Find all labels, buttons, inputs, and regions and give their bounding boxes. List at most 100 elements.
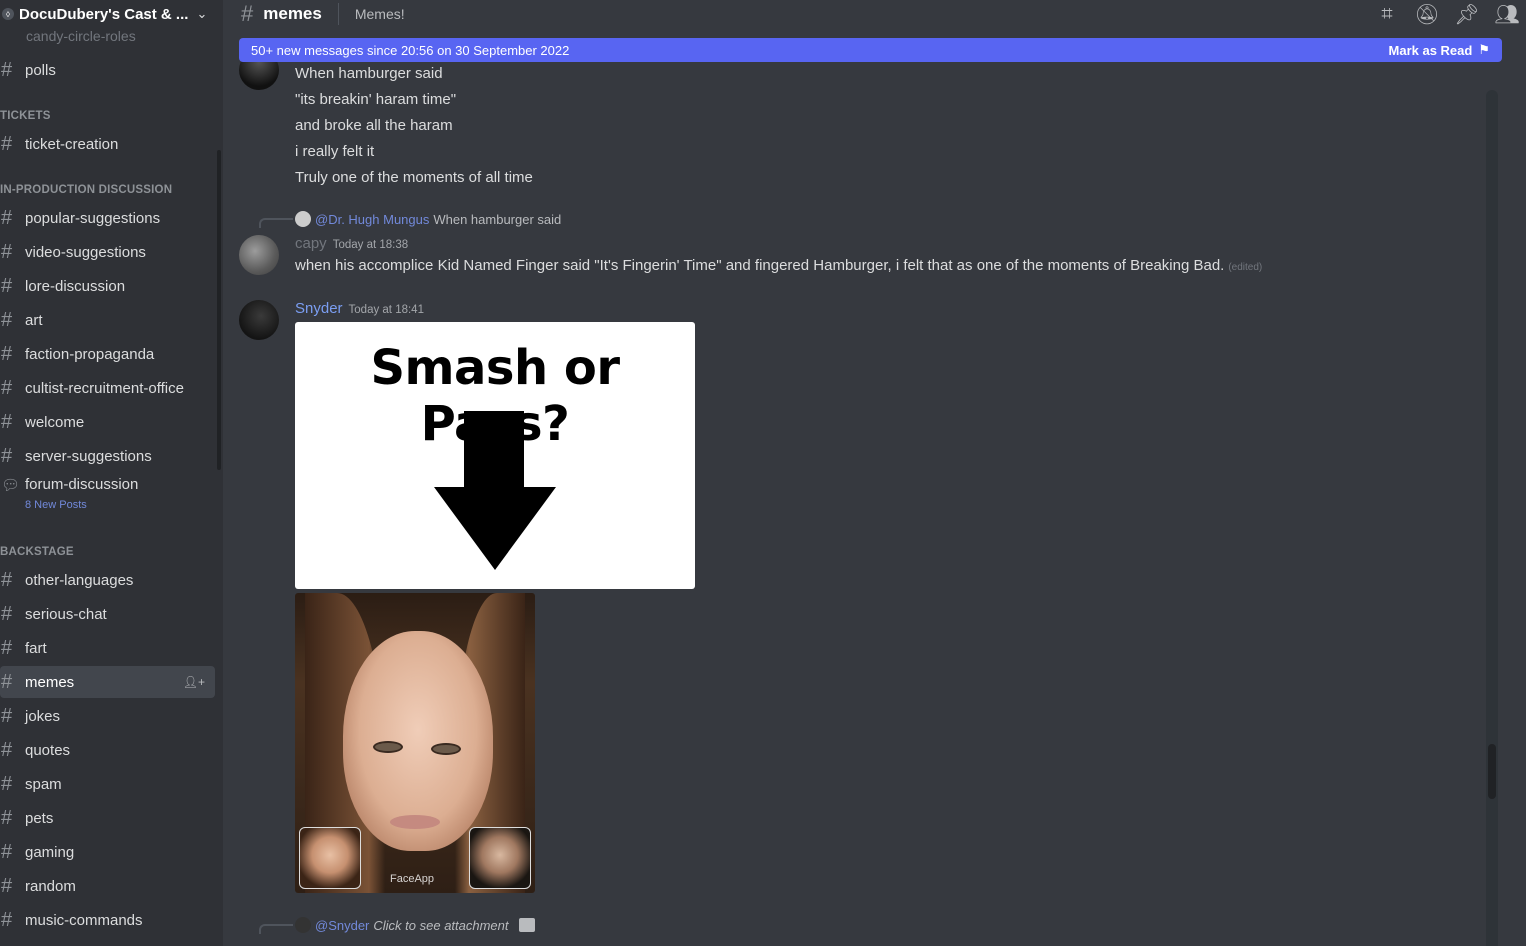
sidebar-item-label: polls	[25, 61, 56, 79]
mark-read-icon[interactable]: ⚑	[1478, 42, 1490, 58]
sidebar-item-other-languages[interactable]: # other-languages	[0, 564, 215, 596]
sidebar-item-label: video-suggestions	[25, 243, 146, 261]
sidebar-item-art[interactable]: # art	[0, 304, 215, 336]
reply-preview[interactable]: @Dr. Hugh Mungus When hamburger said	[295, 211, 561, 227]
sidebar-item-music-commands[interactable]: # music-commands	[0, 904, 215, 936]
hash-icon: #	[1, 772, 13, 795]
sidebar-item-server-suggestions[interactable]: # server-suggestions	[0, 440, 215, 472]
hash-icon: #	[1, 308, 13, 331]
sidebar-item-label: music-commands	[25, 911, 143, 929]
sidebar-item-gaming[interactable]: # gaming	[0, 836, 215, 868]
threads-icon[interactable]: ⌗	[1374, 3, 1400, 26]
sidebar-item-cultist-recruitment-office[interactable]: # cultist-recruitment-office	[0, 372, 215, 404]
sidebar-item-label: popular-suggestions	[25, 209, 161, 227]
thumbnail-image	[299, 827, 361, 889]
sidebar-item-serious-chat[interactable]: # serious-chat	[0, 598, 215, 630]
boost-icon: ◊	[2, 8, 14, 20]
sidebar-item-label: other-languages	[25, 571, 134, 589]
username[interactable]: capy	[295, 235, 327, 252]
channel-topic[interactable]: Memes!	[355, 6, 405, 22]
username[interactable]: Snyder	[295, 300, 343, 317]
new-messages-bar[interactable]: 50+ new messages since 20:56 on 30 Septe…	[239, 38, 1502, 62]
hash-icon: #	[1, 568, 13, 591]
sidebar-item-label: fart	[25, 639, 47, 657]
hash-icon: #	[1, 670, 13, 693]
hash-icon: #	[1, 444, 13, 467]
reply-mention[interactable]: @Snyder	[315, 918, 369, 933]
sidebar-item-quotes[interactable]: # quotes	[0, 734, 215, 766]
hash-icon: #	[241, 1, 254, 26]
sidebar-item-label: random	[25, 877, 76, 895]
sidebar-item-label: forum-discussion	[25, 476, 139, 493]
invite-icon[interactable]: 👤︎+	[183, 675, 205, 689]
sidebar-item-memes[interactable]: # memes 👤︎+	[0, 666, 215, 698]
reply-preview[interactable]: @Snyder Click to see attachment	[295, 917, 535, 933]
sidebar-item-label: serious-chat	[25, 605, 107, 623]
hash-icon: #	[1, 806, 13, 829]
chevron-down-icon: ⌄	[196, 6, 208, 21]
avatar[interactable]	[239, 235, 279, 275]
server-name: DocuDubery's Cast & ...	[19, 5, 189, 23]
category-header[interactable]: IN-PRODUCTION DISCUSSION	[0, 184, 172, 196]
message-header: capy Today at 18:38	[295, 235, 408, 252]
message-list: When hamburger said "its breakin' haram t…	[223, 28, 1508, 946]
message-line: i really felt it	[295, 143, 375, 160]
category-header[interactable]: TICKETS	[0, 110, 51, 122]
mute-bell-icon[interactable]: 🔕︎	[1414, 2, 1440, 27]
image-icon	[518, 918, 535, 932]
sidebar-item-spam[interactable]: # spam	[0, 768, 215, 800]
category-header[interactable]: BACKSTAGE	[0, 546, 74, 558]
sidebar-item-ticket-creation[interactable]: # ticket-creation	[0, 128, 215, 160]
image-attachment[interactable]: Smash or Pass?	[295, 322, 695, 589]
reply-text[interactable]: Click to see attachment	[373, 918, 508, 933]
message-header: Snyder Today at 18:41	[295, 300, 424, 317]
sidebar-item-label: art	[25, 311, 43, 329]
new-posts-count: 8 New Posts	[25, 499, 87, 511]
scroll-track[interactable]	[1486, 90, 1498, 946]
sidebar-item-pets[interactable]: # pets	[0, 802, 215, 834]
message-scrollbar[interactable]	[1488, 744, 1496, 799]
sidebar-item-random[interactable]: # random	[0, 870, 215, 902]
hash-icon: #	[1, 206, 13, 229]
sidebar-item-label: spam	[25, 775, 62, 793]
reply-connector	[259, 924, 293, 934]
hash-icon: #	[1, 908, 13, 931]
sidebar-item-fart[interactable]: # fart	[0, 632, 215, 664]
sidebar-item-popular-suggestions[interactable]: # popular-suggestions	[0, 202, 215, 234]
server-header[interactable]: ◊ DocuDubery's Cast & ... ⌄	[0, 0, 223, 28]
sidebar-item-polls[interactable]: # polls	[0, 54, 215, 86]
partial-channel-label[interactable]: candy-circle-roles	[26, 28, 136, 44]
pin-icon[interactable]: 📌︎	[1454, 2, 1480, 27]
sidebar-item-label: lore-discussion	[25, 277, 126, 295]
faceapp-watermark: FaceApp	[390, 873, 435, 885]
sidebar-item-video-suggestions[interactable]: # video-suggestions	[0, 236, 215, 268]
reply-avatar	[295, 211, 311, 227]
forum-icon: 💬︎	[1, 477, 21, 494]
sidebar-scrollbar[interactable]	[217, 150, 221, 470]
message-text: when his accomplice Kid Named Finger sai…	[295, 257, 1225, 274]
edited-tag: (edited)	[1228, 262, 1263, 273]
mark-as-read-button[interactable]: Mark as Read	[1389, 43, 1473, 58]
sidebar-item-welcome[interactable]: # welcome	[0, 406, 215, 438]
sidebar-item-jokes[interactable]: # jokes	[0, 700, 215, 732]
hash-icon: #	[1, 840, 13, 863]
channel-sidebar: ◊ DocuDubery's Cast & ... ⌄ candy-circle…	[0, 0, 223, 946]
hash-icon: #	[1, 704, 13, 727]
thumbnail-image	[469, 827, 531, 889]
sidebar-item-label: gaming	[25, 843, 75, 861]
channel-title: memes	[263, 4, 322, 23]
sidebar-item-label: server-suggestions	[25, 447, 152, 465]
members-icon[interactable]: 👥︎	[1494, 2, 1520, 27]
hash-icon: #	[1, 376, 13, 399]
eye-shape	[431, 743, 461, 755]
sidebar-item-lore-discussion[interactable]: # lore-discussion	[0, 270, 215, 302]
sidebar-item-faction-propaganda[interactable]: # faction-propaganda	[0, 338, 215, 370]
reply-mention[interactable]: @Dr. Hugh Mungus	[315, 212, 429, 227]
discord-app: ◊ DocuDubery's Cast & ... ⌄ candy-circle…	[0, 0, 1526, 946]
avatar[interactable]	[239, 300, 279, 340]
sidebar-item-label: quotes	[25, 741, 71, 759]
channel-header: # memes Memes! ⌗ 🔕︎ 📌︎ 👥︎	[223, 0, 1526, 28]
sidebar-item-label: memes	[25, 673, 75, 691]
timestamp: Today at 18:41	[348, 304, 424, 316]
image-attachment[interactable]: FaceApp	[295, 593, 535, 893]
